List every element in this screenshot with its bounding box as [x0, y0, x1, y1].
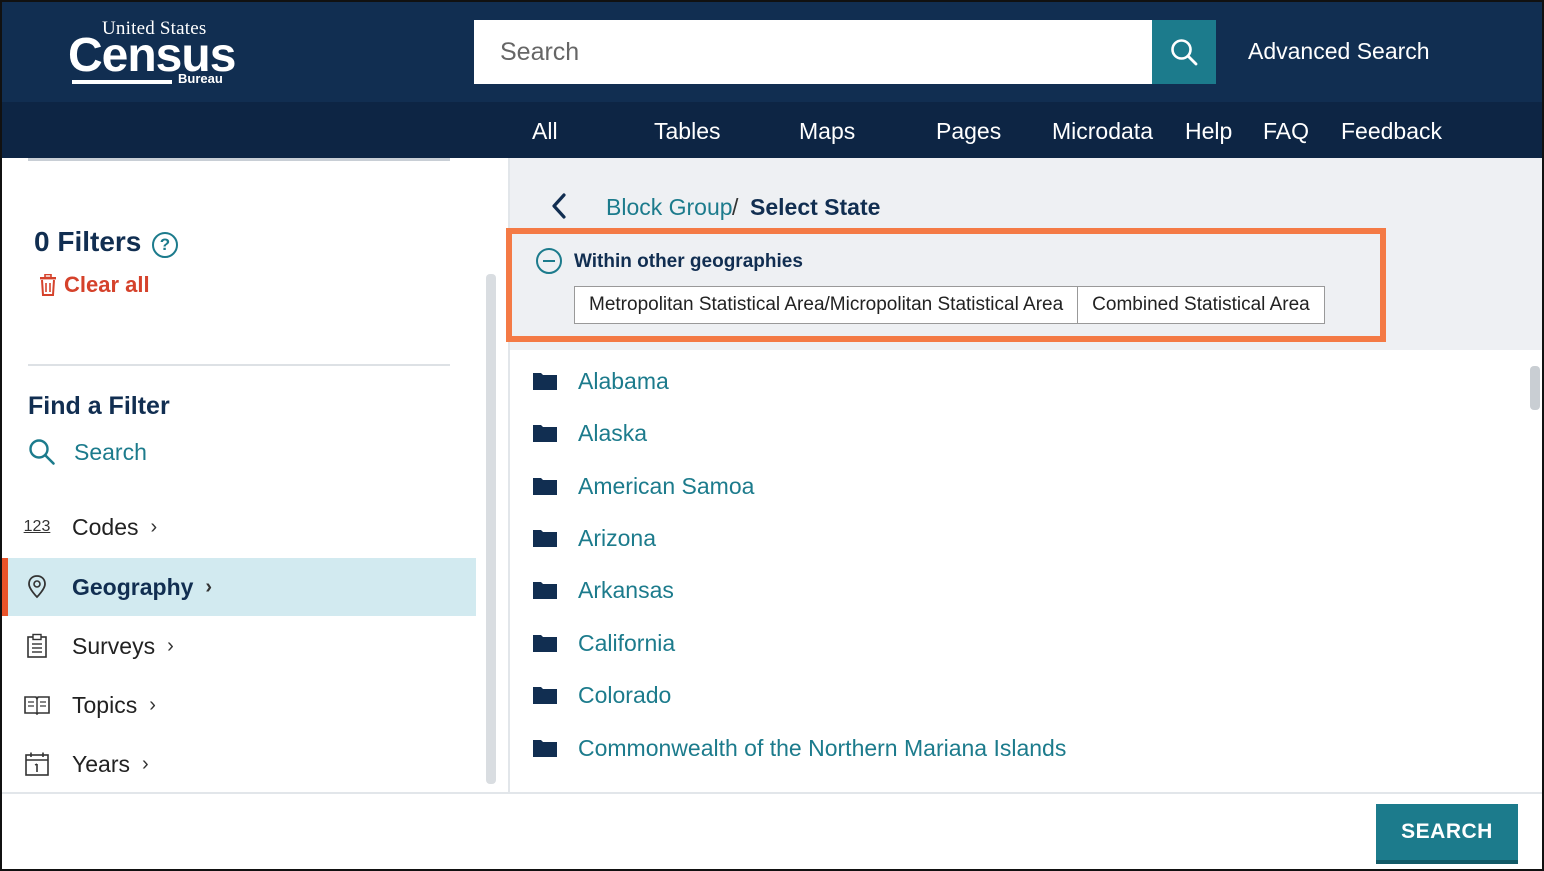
breadcrumb-separator: / — [732, 194, 739, 220]
breadcrumb-current: Select State — [750, 194, 881, 220]
chevron-right-icon: › — [205, 575, 213, 598]
tab-combined-statistical-area[interactable]: Combined Statistical Area — [1077, 287, 1324, 323]
state-name: Arizona — [578, 524, 656, 551]
find-filter-heading: Find a Filter — [28, 392, 170, 420]
top-nav — [2, 102, 1542, 158]
sidebar-item-geography[interactable]: Geography › — [2, 558, 476, 616]
state-name: Alabama — [578, 367, 669, 394]
folder-icon — [533, 740, 557, 757]
state-name: Commonwealth of the Northern Mariana Isl… — [578, 734, 1067, 761]
nav-tab-all[interactable]: All — [532, 118, 558, 145]
search-icon — [29, 439, 55, 465]
state-list-item[interactable]: Alaska — [532, 413, 647, 453]
state-name: Arkansas — [578, 576, 674, 603]
nav-tab-faq[interactable]: FAQ — [1263, 118, 1309, 145]
folder-icon — [533, 582, 557, 599]
book-icon — [2, 694, 72, 716]
state-list-item[interactable]: American Samoa — [532, 466, 754, 506]
filter-search-label: Search — [74, 438, 147, 465]
codes-123-icon: 123 — [23, 518, 51, 535]
state-name: California — [578, 629, 676, 656]
site-header: United States Census Bureau Advanced Sea… — [2, 2, 1542, 158]
nav-tab-pages[interactable]: Pages — [936, 118, 1001, 145]
state-list-item[interactable]: California — [532, 623, 675, 663]
folder-icon — [533, 478, 557, 495]
state-list-item[interactable]: Commonwealth of the Northern Mariana Isl… — [532, 728, 1066, 768]
state-name: American Samoa — [578, 472, 755, 499]
filter-search-link[interactable]: Search — [28, 438, 147, 466]
state-list-item[interactable]: Colorado — [532, 675, 671, 715]
collapse-minus-icon[interactable] — [536, 248, 562, 274]
sidebar-divider-top — [28, 158, 450, 161]
clear-all-label: Clear all — [64, 272, 150, 297]
search-button[interactable] — [1152, 20, 1216, 84]
census-logo[interactable]: United States Census Bureau — [68, 18, 238, 90]
header-search — [474, 20, 1216, 84]
search-input[interactable] — [474, 20, 1152, 84]
folder-icon — [533, 373, 557, 390]
nav-tab-help[interactable]: Help — [1185, 118, 1232, 145]
state-list: Alabama Alaska American Samoa Arizona Arkans… — [532, 354, 1522, 792]
logo-bureau: Bureau — [178, 71, 223, 86]
chevron-right-icon: › — [149, 693, 156, 716]
sidebar-item-codes[interactable]: 123 Codes › — [2, 498, 476, 556]
sidebar-divider — [28, 364, 450, 366]
sidebar-item-label: Codes — [72, 513, 139, 540]
nav-tab-tables[interactable]: Tables — [654, 118, 720, 145]
search-submit-button[interactable]: SEARCH — [1376, 804, 1518, 864]
sidebar-item-label: Surveys — [72, 632, 156, 659]
chevron-right-icon: › — [167, 634, 174, 657]
filters-count-title: 0 Filters — [34, 226, 142, 257]
highlight-box — [506, 228, 1386, 342]
sidebar-item-surveys[interactable]: Surveys › — [2, 617, 476, 675]
clipboard-icon — [2, 633, 72, 659]
logo-underline — [72, 80, 172, 84]
footer-bar — [2, 792, 1542, 869]
clear-all-button[interactable]: Clear all — [38, 272, 150, 298]
state-name: Alaska — [578, 419, 648, 446]
sidebar-item-years[interactable]: Years › — [2, 735, 476, 793]
nav-tab-microdata[interactable]: Microdata — [1052, 118, 1153, 145]
state-list-item[interactable]: Arkansas — [532, 570, 674, 610]
sidebar-scrollbar[interactable] — [486, 274, 496, 784]
folder-icon — [533, 530, 557, 547]
state-list-item[interactable]: Alabama — [532, 361, 669, 401]
list-scrollbar[interactable] — [1530, 366, 1540, 410]
within-geographies-label: Within other geographies — [574, 251, 803, 272]
state-name: Colorado — [578, 681, 672, 708]
sidebar-item-label: Geography — [72, 573, 194, 600]
tab-metro-micro-area[interactable]: Metropolitan Statistical Area/Micropolit… — [575, 287, 1077, 323]
calendar-icon — [2, 751, 72, 777]
state-list-item[interactable]: Arizona — [532, 518, 656, 558]
nav-tab-maps[interactable]: Maps — [799, 118, 855, 145]
chevron-right-icon: › — [150, 515, 158, 538]
trash-icon — [40, 274, 56, 296]
nav-tab-feedback[interactable]: Feedback — [1341, 118, 1442, 145]
sidebar-item-topics[interactable]: Topics › — [2, 676, 476, 734]
app-frame: United States Census Bureau Advanced Sea… — [0, 0, 1544, 871]
sidebar-item-label: Topics — [72, 691, 138, 718]
folder-icon — [533, 425, 557, 442]
chevron-left-icon — [552, 193, 566, 219]
within-geographies-tabs: Metropolitan Statistical Area/Micropolit… — [574, 286, 1325, 324]
sidebar-item-label: Years — [72, 750, 130, 777]
chevron-right-icon: › — [141, 752, 149, 775]
search-icon — [1171, 39, 1198, 66]
folder-icon — [533, 635, 557, 652]
folder-icon — [533, 687, 557, 704]
breadcrumb-link-block-group[interactable]: Block Group — [606, 194, 733, 221]
advanced-search-link[interactable]: Advanced Search — [1248, 38, 1430, 65]
back-button[interactable] — [548, 190, 570, 227]
help-icon[interactable]: ? — [152, 232, 178, 258]
map-pin-icon — [2, 574, 72, 600]
